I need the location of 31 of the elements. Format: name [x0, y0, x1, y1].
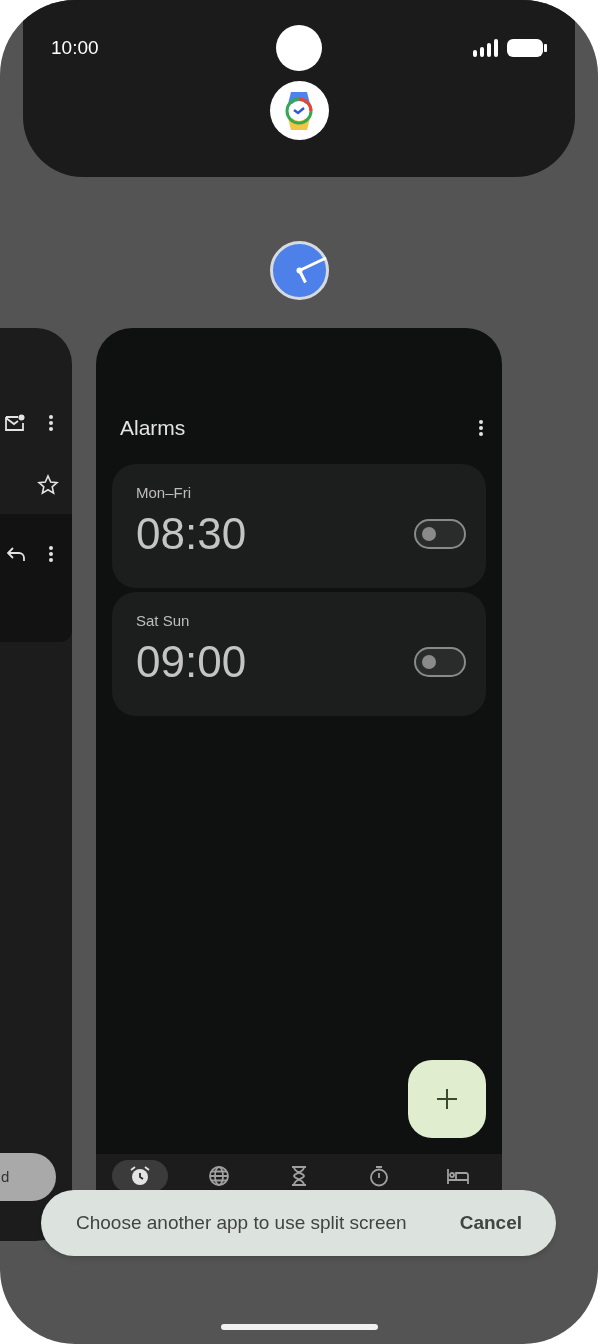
mail-icon[interactable] — [5, 414, 25, 432]
alarm-time: 08:30 — [136, 512, 247, 556]
alarm-clock-icon — [128, 1165, 151, 1187]
status-time: 10:00 — [51, 35, 100, 60]
signal-icon — [473, 39, 499, 57]
screen-title: Alarms — [120, 415, 186, 441]
battery-icon — [507, 39, 547, 57]
alarm-time: 09:00 — [136, 640, 247, 684]
cancel-button[interactable]: Cancel — [459, 1208, 522, 1238]
alarm-card[interactable]: Sat Sun 09:00 — [112, 591, 486, 716]
more-icon[interactable] — [49, 415, 53, 431]
stopwatch-icon — [367, 1165, 390, 1187]
more-icon[interactable] — [49, 546, 53, 562]
star-icon[interactable] — [37, 474, 59, 496]
camera-cutout — [276, 25, 322, 71]
action-button[interactable]: d — [0, 1153, 56, 1201]
alarm-days: Sat Sun — [136, 609, 190, 632]
alarm-toggle[interactable] — [414, 519, 466, 549]
alarm-days: Mon–Fri — [136, 481, 191, 504]
reply-icon[interactable] — [7, 546, 25, 562]
alarm-card[interactable]: Mon–Fri 08:30 — [112, 463, 486, 588]
snackbar-message: Choose another app to use split screen — [76, 1210, 407, 1235]
hourglass-icon — [290, 1165, 308, 1187]
nav-tab[interactable] — [111, 1160, 168, 1192]
add-alarm-button[interactable] — [408, 1060, 486, 1138]
bed-icon — [446, 1166, 471, 1186]
more-icon[interactable] — [479, 419, 483, 436]
plus-icon — [436, 1088, 458, 1110]
clock-app-icon[interactable] — [269, 241, 329, 300]
alarm-toggle[interactable] — [414, 647, 466, 677]
globe-icon — [208, 1165, 231, 1187]
